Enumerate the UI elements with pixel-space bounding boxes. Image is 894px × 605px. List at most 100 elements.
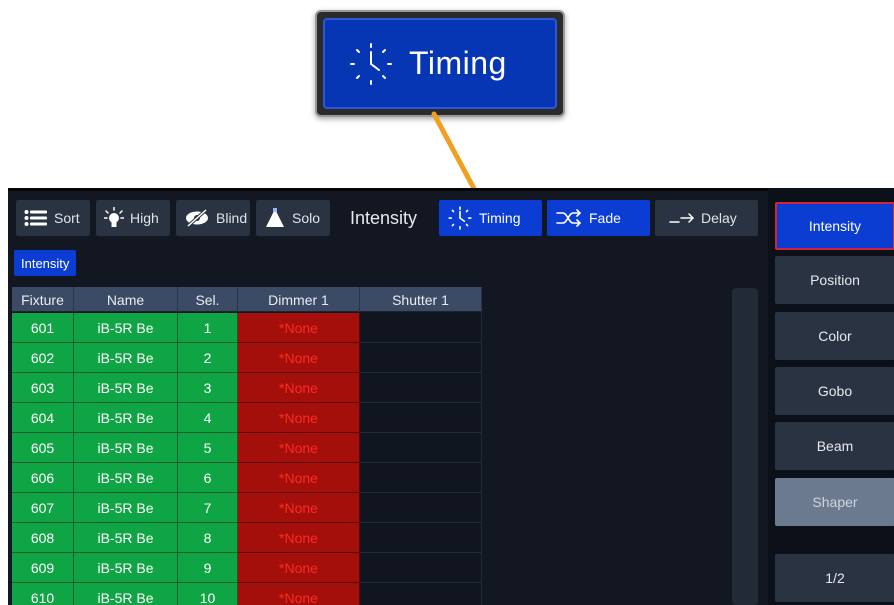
fade-button[interactable]: Fade — [547, 200, 650, 236]
high-label: High — [130, 210, 159, 226]
dimmer-cell[interactable]: *None — [238, 583, 360, 605]
lightbulb-icon — [104, 207, 124, 227]
dimmer-cell[interactable]: *None — [238, 433, 360, 463]
shutter-cell[interactable] — [360, 523, 482, 553]
table-row[interactable]: 608 iB-5R Be 8 *None — [12, 523, 482, 553]
name-cell[interactable]: iB-5R Be — [74, 523, 178, 553]
dimmer-cell[interactable]: *None — [238, 463, 360, 493]
attribute-sidebar: Intensity Position Color Gobo Beam Shape… — [768, 188, 894, 605]
header-fixture[interactable]: Fixture — [12, 287, 74, 312]
sel-cell[interactable]: 10 — [178, 583, 238, 605]
fixture-cell[interactable]: 608 — [12, 523, 74, 553]
fixture-console: Sort High Blind Solo Intensity Timing Fa… — [8, 188, 894, 605]
table-row[interactable]: 610 iB-5R Be 10 *None — [12, 583, 482, 605]
fixture-cell[interactable]: 609 — [12, 553, 74, 583]
shutter-cell[interactable] — [360, 583, 482, 605]
dimmer-cell[interactable]: *None — [238, 373, 360, 403]
sidebar-item-color[interactable]: Color — [775, 312, 894, 360]
name-cell[interactable]: iB-5R Be — [74, 313, 178, 343]
sel-cell[interactable]: 5 — [178, 433, 238, 463]
sel-cell[interactable]: 9 — [178, 553, 238, 583]
delay-button[interactable]: Delay — [655, 200, 758, 236]
table-scrollbar[interactable] — [732, 288, 758, 605]
dimmer-cell[interactable]: *None — [238, 343, 360, 373]
sort-button[interactable]: Sort — [16, 200, 90, 236]
dimmer-cell[interactable]: *None — [238, 553, 360, 583]
clock-icon — [350, 42, 392, 85]
header-shutter[interactable]: Shutter 1 — [360, 287, 482, 312]
shuffle-icon — [556, 209, 582, 227]
sel-cell[interactable]: 6 — [178, 463, 238, 493]
timing-callout-button: Timing — [323, 18, 557, 109]
dimmer-cell[interactable]: *None — [238, 313, 360, 343]
header-sel[interactable]: Sel. — [178, 287, 238, 312]
table-row[interactable]: 609 iB-5R Be 9 *None — [12, 553, 482, 583]
name-cell[interactable]: iB-5R Be — [74, 343, 178, 373]
clock-icon — [448, 206, 472, 230]
sidebar-item-intensity[interactable]: Intensity — [775, 202, 894, 250]
sidebar-item-gobo[interactable]: Gobo — [775, 367, 894, 415]
header-name[interactable]: Name — [74, 287, 178, 312]
table-row[interactable]: 607 iB-5R Be 7 *None — [12, 493, 482, 523]
table-row[interactable]: 604 iB-5R Be 4 *None — [12, 403, 482, 433]
shutter-cell[interactable] — [360, 313, 482, 343]
solo-button[interactable]: Solo — [256, 200, 330, 236]
table-row[interactable]: 603 iB-5R Be 3 *None — [12, 373, 482, 403]
dimmer-cell[interactable]: *None — [238, 523, 360, 553]
name-cell[interactable]: iB-5R Be — [74, 463, 178, 493]
blind-button[interactable]: Blind — [176, 200, 250, 236]
fixture-cell[interactable]: 604 — [12, 403, 74, 433]
shutter-cell[interactable] — [360, 433, 482, 463]
table-row[interactable]: 606 iB-5R Be 6 *None — [12, 463, 482, 493]
delay-label: Delay — [701, 210, 737, 226]
fixture-cell[interactable]: 602 — [12, 343, 74, 373]
sel-cell[interactable]: 3 — [178, 373, 238, 403]
header-dimmer[interactable]: Dimmer 1 — [238, 287, 360, 312]
shutter-cell[interactable] — [360, 373, 482, 403]
blind-label: Blind — [216, 210, 248, 226]
section-label: Intensity — [350, 207, 418, 228]
sidebar-item-position[interactable]: Position — [775, 256, 894, 304]
timing-button[interactable]: Timing — [439, 200, 542, 236]
timing-label: Timing — [479, 210, 521, 226]
eye-slash-icon — [186, 208, 208, 228]
table-header: Fixture Name Sel. Dimmer 1 Shutter 1 — [12, 287, 482, 312]
name-cell[interactable]: iB-5R Be — [74, 493, 178, 523]
fixture-cell[interactable]: 603 — [12, 373, 74, 403]
shutter-cell[interactable] — [360, 493, 482, 523]
table-row[interactable]: 605 iB-5R Be 5 *None — [12, 433, 482, 463]
shutter-cell[interactable] — [360, 463, 482, 493]
timing-callout: Timing — [315, 10, 565, 117]
sidebar-page-indicator[interactable]: 1/2 — [775, 554, 894, 602]
name-cell[interactable]: iB-5R Be — [74, 553, 178, 583]
name-cell[interactable]: iB-5R Be — [74, 403, 178, 433]
table-row[interactable]: 602 iB-5R Be 2 *None — [12, 343, 482, 373]
sel-cell[interactable]: 8 — [178, 523, 238, 553]
list-icon — [24, 210, 47, 226]
solo-label: Solo — [292, 210, 321, 226]
dimmer-cell[interactable]: *None — [238, 493, 360, 523]
name-cell[interactable]: iB-5R Be — [74, 373, 178, 403]
fixture-cell[interactable]: 607 — [12, 493, 74, 523]
sel-cell[interactable]: 4 — [178, 403, 238, 433]
shutter-cell[interactable] — [360, 343, 482, 373]
fixture-cell[interactable]: 606 — [12, 463, 74, 493]
table-row[interactable]: 601 iB-5R Be 1 *None — [12, 313, 482, 343]
fixture-cell[interactable]: 605 — [12, 433, 74, 463]
highlight-button[interactable]: High — [96, 200, 170, 236]
sidebar-item-shaper[interactable]: Shaper — [775, 478, 894, 526]
sel-cell[interactable]: 2 — [178, 343, 238, 373]
sel-cell[interactable]: 7 — [178, 493, 238, 523]
sidebar-item-beam[interactable]: Beam — [775, 422, 894, 470]
dimmer-cell[interactable]: *None — [238, 403, 360, 433]
fixture-cell[interactable]: 601 — [12, 313, 74, 343]
fixture-cell[interactable]: 610 — [12, 583, 74, 605]
sel-cell[interactable]: 1 — [178, 313, 238, 343]
intensity-filter-chip[interactable]: Intensity — [14, 250, 77, 276]
sort-label: Sort — [54, 210, 80, 226]
name-cell[interactable]: iB-5R Be — [74, 433, 178, 463]
shutter-cell[interactable] — [360, 403, 482, 433]
console-top-border — [8, 188, 894, 191]
name-cell[interactable]: iB-5R Be — [74, 583, 178, 605]
shutter-cell[interactable] — [360, 553, 482, 583]
